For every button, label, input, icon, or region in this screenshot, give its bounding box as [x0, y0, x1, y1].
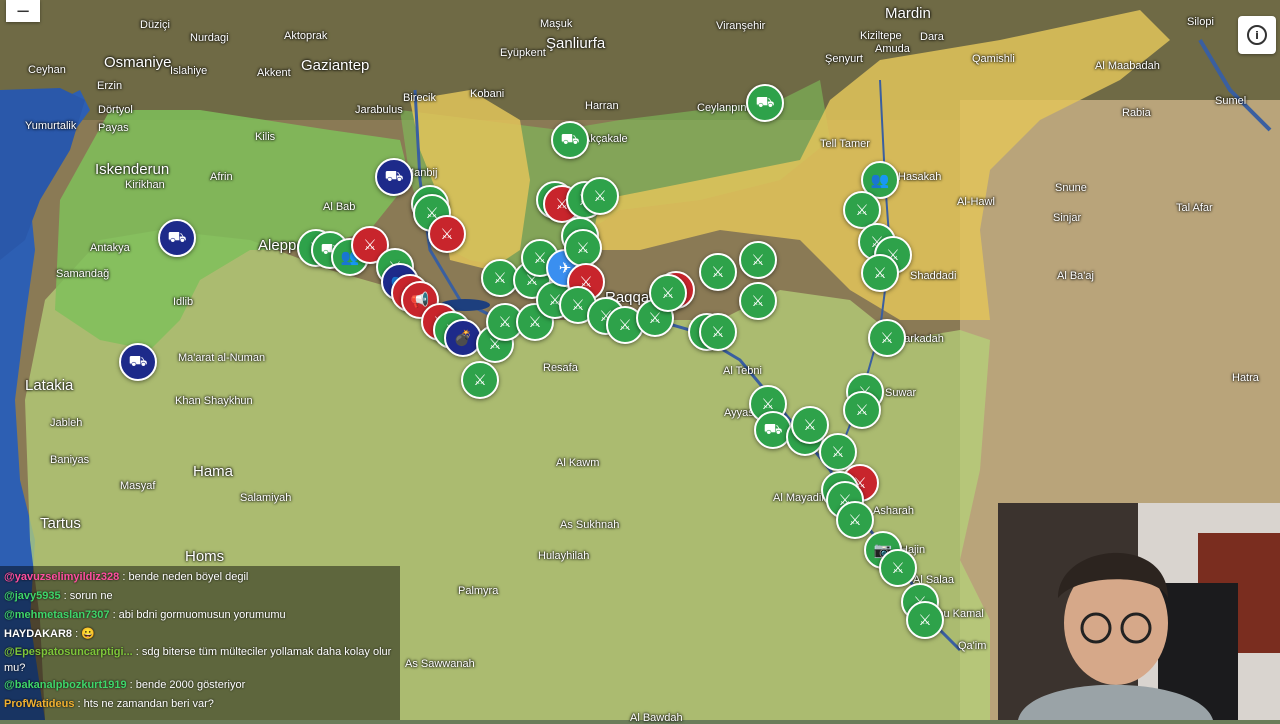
- chat-text: : 😀: [72, 628, 95, 640]
- megaphone-icon: 📢: [410, 292, 430, 309]
- chat-message: @mehmetaslan7307 : abi bdni gormuomusun …: [4, 606, 396, 625]
- chat-text: : bende 2000 gösteriyor: [126, 679, 246, 691]
- chat-username: @bakanalpbozkurt1919: [4, 679, 127, 691]
- rifle-icon: ⚔: [891, 560, 905, 577]
- chat-message: HAYDAKAR8 : 😀: [4, 625, 396, 644]
- chat-username: ProfWatideus: [4, 698, 75, 710]
- truck-icon: ⛟: [560, 130, 580, 148]
- map-marker[interactable]: ⚔: [581, 177, 619, 215]
- bomb-icon: 💣: [453, 330, 473, 347]
- chat-username: @yavuzselimyildiz328: [4, 571, 120, 583]
- chat-username: HAYDAKAR8: [4, 628, 73, 640]
- chat-text: : sorun ne: [60, 590, 113, 602]
- rifle-icon: ⚔: [618, 317, 632, 334]
- map-marker[interactable]: ⚔: [564, 229, 602, 267]
- truck-icon: ⛟: [763, 420, 783, 438]
- rifle-icon: ⚔: [848, 512, 862, 529]
- truck-icon: ⛟: [755, 93, 775, 111]
- map-marker[interactable]: ⚔: [428, 215, 466, 253]
- rifle-icon: ⚔: [855, 402, 869, 419]
- chat-username: @Epespatosuncarptigi...: [4, 646, 133, 658]
- chat-message: @javy5935 : sorun ne: [4, 587, 396, 606]
- map-marker[interactable]: ⚔: [836, 501, 874, 539]
- map-marker[interactable]: ⚔: [739, 241, 777, 279]
- map-marker[interactable]: ⚔: [906, 601, 944, 639]
- rifle-icon: ⚔: [576, 240, 590, 257]
- zoom-out-button[interactable]: −: [6, 0, 40, 22]
- rifle-icon: ⚔: [473, 372, 487, 389]
- map-marker[interactable]: ⚔: [461, 361, 499, 399]
- rifle-icon: ⚔: [528, 314, 542, 331]
- map-marker[interactable]: ⚔: [879, 549, 917, 587]
- chat-message: @yavuzselimyildiz328 : bende neden böyel…: [4, 568, 396, 587]
- map-marker[interactable]: ⚔: [861, 254, 899, 292]
- truck-icon: ⛟: [167, 228, 187, 246]
- map-marker[interactable]: ⚔: [699, 253, 737, 291]
- map-marker[interactable]: ⛟: [158, 219, 196, 257]
- chat-username: @javy5935: [4, 590, 61, 602]
- rifle-icon: ⚔: [751, 252, 765, 269]
- rifle-icon: ⚔: [493, 270, 507, 287]
- chat-username: @mehmetaslan7307: [4, 609, 110, 621]
- tank-icon: ⛟: [128, 352, 148, 370]
- rifle-icon: ⚔: [661, 285, 675, 302]
- map-marker[interactable]: ⛟: [375, 158, 413, 196]
- rifle-icon: ⚔: [648, 310, 662, 327]
- rifle-icon: ⚔: [831, 444, 845, 461]
- rifle-icon: ⚔: [711, 264, 725, 281]
- rifle-icon: ⚔: [498, 314, 512, 331]
- rifle-icon: ⚔: [533, 250, 547, 267]
- chat-text: : bende neden böyel degil: [119, 571, 249, 583]
- chat-message: ProfWatideus : hts ne zamandan beri var?: [4, 695, 396, 714]
- webcam-image: [998, 503, 1280, 720]
- webcam-overlay: [998, 503, 1280, 720]
- minus-icon: −: [15, 0, 31, 22]
- rifle-icon: ⚔: [571, 297, 585, 314]
- map-marker[interactable]: ⛟: [551, 121, 589, 159]
- map-marker[interactable]: ⚔: [649, 274, 687, 312]
- chat-message: @bakanalpbozkurt1919 : bende 2000 göster…: [4, 676, 396, 695]
- map-marker[interactable]: ⛟: [119, 343, 157, 381]
- map-marker[interactable]: ⚔: [739, 282, 777, 320]
- chat-text: : abi bdni gormuomusun yorumumu: [109, 609, 286, 621]
- info-button[interactable]: i: [1238, 16, 1276, 54]
- rifle-icon: ⚔: [873, 265, 887, 282]
- map-marker[interactable]: ⚔: [843, 391, 881, 429]
- truck-icon: ⛟: [384, 167, 404, 185]
- rifle-icon: ⚔: [855, 202, 869, 219]
- rifle-icon: ⚔: [593, 188, 607, 205]
- rifle-icon: ⚔: [751, 293, 765, 310]
- rifle-icon: ⚔: [711, 324, 725, 341]
- map-marker[interactable]: ⚔: [868, 319, 906, 357]
- map-marker[interactable]: ⛟: [746, 84, 784, 122]
- rifle-icon: ⚔: [363, 237, 377, 254]
- chat-overlay: @yavuzselimyildiz328 : bende neden böyel…: [0, 566, 400, 720]
- people-icon: 👥: [870, 172, 890, 189]
- rifle-icon: ⚔: [880, 330, 894, 347]
- rifle-icon: ⚔: [918, 612, 932, 629]
- rifle-icon: ⚔: [803, 417, 817, 434]
- map-marker[interactable]: ⚔: [699, 313, 737, 351]
- chat-text: : hts ne zamandan beri var?: [74, 698, 214, 710]
- chat-message: @Epespatosuncarptigi... : sdg biterse tü…: [4, 644, 396, 676]
- info-icon: i: [1247, 25, 1267, 45]
- rifle-icon: ⚔: [440, 226, 454, 243]
